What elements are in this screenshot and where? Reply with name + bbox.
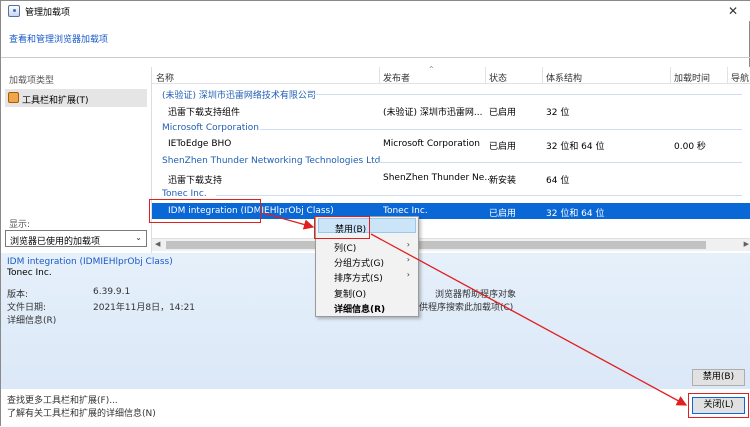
window-title: 管理加载项 <box>25 8 71 18</box>
scroll-right-icon[interactable]: ▶ <box>744 240 749 248</box>
addon-type-value: 浏览器帮助程序对象 <box>435 290 517 300</box>
column-header-publisher[interactable]: 发布者 <box>383 71 410 84</box>
addon-architecture: 64 位 <box>546 176 570 186</box>
details-publisher: Tonec Inc. <box>7 268 52 278</box>
menu-item-group-by[interactable]: 分组方式(G) › <box>318 253 416 269</box>
menu-item-copy[interactable]: 复制(O) <box>318 284 416 300</box>
column-divider <box>542 67 543 84</box>
addon-architecture: 32 位和 64 位 <box>546 209 605 219</box>
sort-up-icon: ⌃ <box>428 65 435 74</box>
file-date-label: 文件日期: <box>7 303 47 313</box>
horizontal-scrollbar[interactable]: ◀ ▶ <box>152 238 750 251</box>
close-window-icon[interactable]: ✕ <box>718 2 748 20</box>
group-header: Microsoft Corporation <box>162 123 259 133</box>
addons-table: 名称 发布者 状态 体系结构 加载时间 导航 ⌃ (未验证) 深圳市迅雷网络技术… <box>151 65 750 253</box>
group-header: Tonec Inc. <box>162 189 207 199</box>
show-filter-value: 浏览器已使用的加载项 <box>10 237 101 247</box>
addon-name: IEToEdge BHO <box>168 139 232 149</box>
addon-load-time: 0.00 秒 <box>674 142 706 152</box>
submenu-arrow-icon: › <box>406 240 410 249</box>
column-header-navigation[interactable]: 导航 <box>731 71 749 84</box>
addon-architecture: 32 位和 64 位 <box>546 142 605 152</box>
addon-status: 已启用 <box>489 108 517 118</box>
column-header-architecture[interactable]: 体系结构 <box>546 71 582 84</box>
addon-type-label: 工具栏和扩展(T) <box>22 96 89 106</box>
group-divider <box>312 94 742 95</box>
column-divider <box>379 67 380 84</box>
addon-types-label: 加载项类型 <box>9 76 55 86</box>
addons-icon <box>8 5 20 17</box>
details-title: IDM integration (IDMIEHlprObj Class) <box>7 257 173 267</box>
column-header-name[interactable]: 名称 <box>156 71 174 84</box>
menu-item-columns[interactable]: 列(C) › <box>318 238 416 254</box>
learn-more-toolbars-link[interactable]: 了解有关工具栏和扩展的详细信息(N) <box>7 406 156 419</box>
search-addon-link[interactable]: 供程序搜索此加载项(C) <box>419 300 513 313</box>
addon-publisher: ShenZhen Thunder Ne... <box>383 173 493 183</box>
addon-architecture: 32 位 <box>546 108 570 118</box>
more-info-link[interactable]: 详细信息(R) <box>7 313 56 326</box>
group-header: (未验证) 深圳市迅雷网络技术有限公司 <box>162 91 316 101</box>
view-manage-addons-link[interactable]: 查看和管理浏览器加载项 <box>9 32 108 45</box>
addon-status: 已启用 <box>489 142 517 152</box>
manage-addons-window: 管理加载项 ✕ 查看和管理浏览器加载项 加载项类型 工具栏和扩展(T) 显示: … <box>0 0 750 427</box>
column-header-status[interactable]: 状态 <box>489 71 507 84</box>
show-filter-select[interactable]: 浏览器已使用的加载项 ⌄ <box>5 230 147 247</box>
group-divider <box>216 195 742 196</box>
addon-type-toolbars-extensions[interactable]: 工具栏和扩展(T) <box>5 89 147 107</box>
chevron-down-icon: ⌄ <box>135 233 142 242</box>
column-divider <box>670 67 671 84</box>
table-header: 名称 发布者 状态 体系结构 加载时间 导航 ⌃ <box>152 65 750 84</box>
addon-publisher: Tonec Inc. <box>383 206 428 216</box>
disable-button[interactable]: 禁用(B) <box>692 369 745 386</box>
version-value: 6.39.9.1 <box>93 287 131 297</box>
scroll-left-icon[interactable]: ◀ <box>155 240 160 248</box>
addon-name: 迅雷下载支持组件 <box>168 108 241 118</box>
group-divider <box>378 162 742 163</box>
addon-publisher: Microsoft Corporation <box>383 139 480 149</box>
file-date-value: 2021年11月8日，14:21 <box>93 303 196 313</box>
group-divider <box>260 129 742 130</box>
title-bar: 管理加载项 ✕ <box>1 1 750 21</box>
menu-item-details[interactable]: 详细信息(R) <box>318 299 416 315</box>
column-divider <box>485 67 486 84</box>
show-label: 显示: <box>9 220 31 230</box>
divider <box>1 57 750 58</box>
addon-publisher: (未验证) 深圳市迅雷网... <box>383 108 483 118</box>
group-header: ShenZhen Thunder Networking Technologies… <box>162 156 384 166</box>
column-header-load-time[interactable]: 加载时间 <box>674 71 710 84</box>
submenu-arrow-icon: › <box>406 255 410 264</box>
column-divider <box>727 67 728 84</box>
scrollbar-thumb[interactable] <box>166 241 706 249</box>
addon-status: 已启用 <box>489 209 517 219</box>
annotation-highlight-disable <box>314 216 370 239</box>
gear-icon <box>8 92 19 103</box>
addon-name: 迅雷下载支持 <box>168 176 223 186</box>
annotation-highlight-close <box>688 393 749 418</box>
version-label: 版本: <box>7 290 29 300</box>
annotation-highlight-row <box>149 199 261 223</box>
addon-status: 新安装 <box>489 176 517 186</box>
find-more-toolbars-link[interactable]: 查找更多工具栏和扩展(F)... <box>7 393 118 406</box>
submenu-arrow-icon: › <box>406 270 410 279</box>
menu-item-sort-by[interactable]: 排序方式(S) › <box>318 268 416 284</box>
